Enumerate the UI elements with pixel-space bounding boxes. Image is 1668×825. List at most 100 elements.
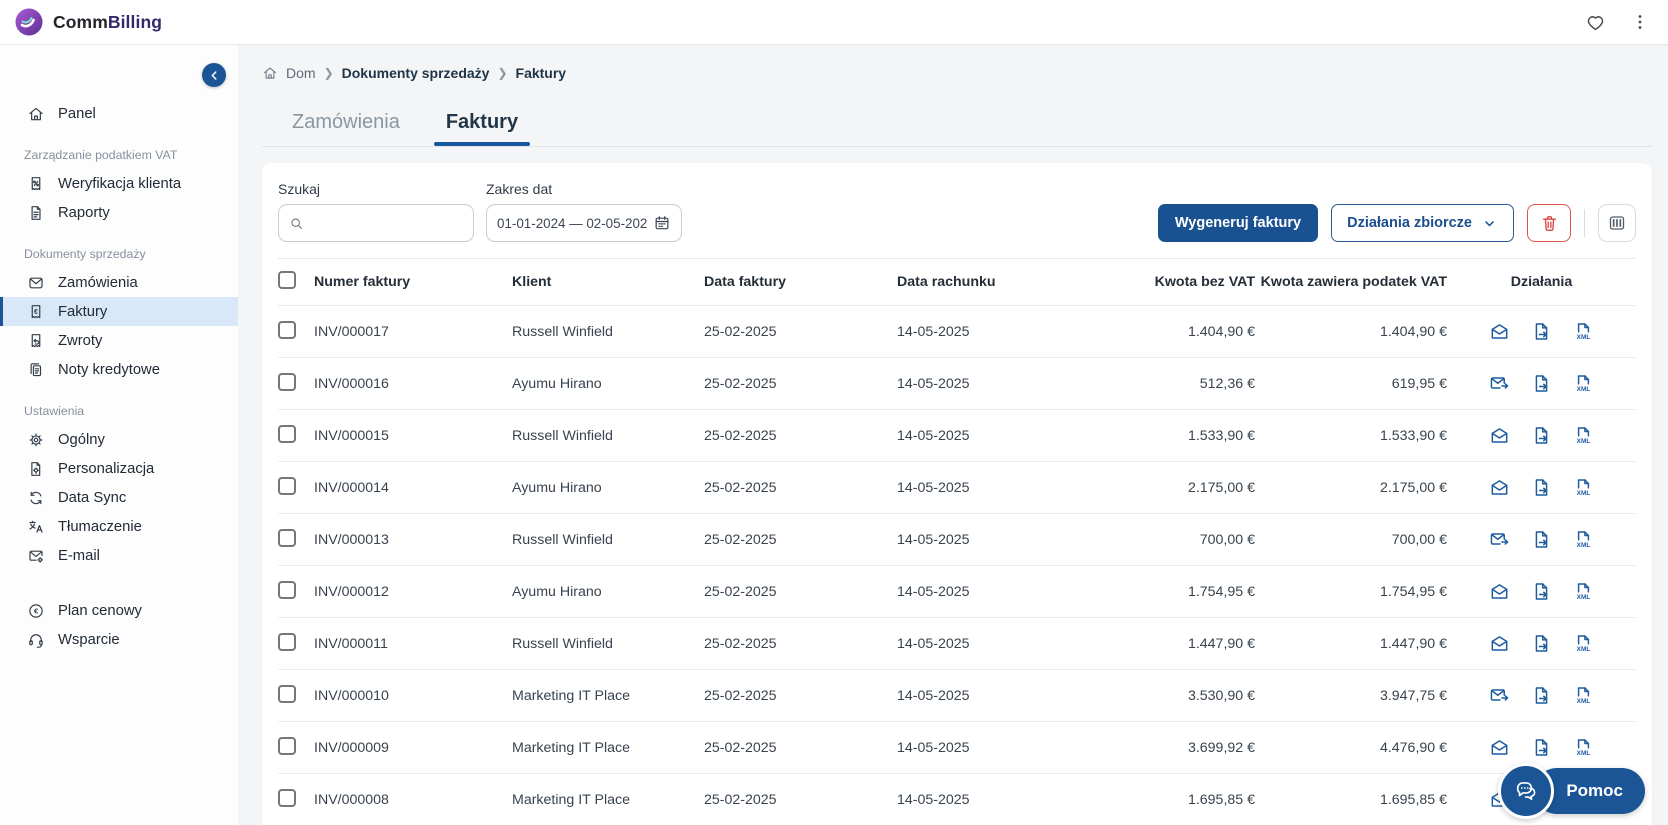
select-all-checkbox[interactable]: [278, 271, 296, 289]
export-document-action[interactable]: [1531, 737, 1552, 758]
table-row[interactable]: INV/000008 Marketing IT Place 25-02-2025…: [278, 773, 1636, 825]
row-checkbox[interactable]: [278, 581, 296, 599]
send-email-action[interactable]: [1489, 321, 1510, 342]
table-row[interactable]: INV/000011 Russell Winfield 25-02-2025 1…: [278, 617, 1636, 669]
table-row[interactable]: INV/000010 Marketing IT Place 25-02-2025…: [278, 669, 1636, 721]
export-document-action[interactable]: [1531, 425, 1552, 446]
sidebar-collapse-button[interactable]: [202, 63, 226, 87]
table-row[interactable]: INV/000015 Russell Winfield 25-02-2025 1…: [278, 409, 1636, 461]
sidebar-item-zwroty[interactable]: Zwroty: [0, 326, 238, 355]
home-icon: [27, 105, 45, 123]
cell-net-amount: 1.754,95 €: [1097, 584, 1255, 600]
table-row[interactable]: INV/000012 Ayumu Hirano 25-02-2025 14-05…: [278, 565, 1636, 617]
table-row[interactable]: INV/000016 Ayumu Hirano 25-02-2025 14-05…: [278, 357, 1636, 409]
sidebar-item-panel[interactable]: Panel: [0, 99, 238, 128]
send-email-action[interactable]: [1489, 529, 1510, 550]
header-actions: Działania: [1447, 274, 1636, 290]
sidebar-item-ogolny[interactable]: Ogólny: [0, 425, 238, 454]
download-xml-action[interactable]: [1573, 685, 1594, 706]
sidebar-item-data-sync[interactable]: Data Sync: [0, 483, 238, 512]
export-document-action[interactable]: [1531, 581, 1552, 602]
row-checkbox[interactable]: [278, 373, 296, 391]
export-document-action[interactable]: [1531, 685, 1552, 706]
download-xml-action[interactable]: [1573, 737, 1594, 758]
sidebar-item-tlumaczenie[interactable]: Tłumaczenie: [0, 512, 238, 541]
columns-view-button[interactable]: [1598, 204, 1636, 242]
tab-faktury[interactable]: Faktury: [442, 111, 522, 146]
sidebar-item-weryfikacja-klienta[interactable]: Weryfikacja klienta: [0, 169, 238, 198]
send-email-action[interactable]: [1489, 581, 1510, 602]
send-email-action[interactable]: [1489, 737, 1510, 758]
export-document-action[interactable]: [1531, 373, 1552, 394]
table-row[interactable]: INV/000014 Ayumu Hirano 25-02-2025 14-05…: [278, 461, 1636, 513]
send-email-action[interactable]: [1489, 373, 1510, 394]
send-email-action[interactable]: [1489, 477, 1510, 498]
send-email-action[interactable]: [1489, 425, 1510, 446]
sidebar-item-wsparcie[interactable]: Wsparcie: [0, 625, 238, 654]
cell-client: Russell Winfield: [512, 428, 704, 444]
date-range-input[interactable]: 01-01-2024 — 02-05-202: [486, 204, 682, 242]
cell-net-amount: 2.175,00 €: [1097, 480, 1255, 496]
sidebar-section-label: Dokumenty sprzedaży: [0, 229, 238, 268]
overflow-menu-button[interactable]: [1626, 8, 1654, 36]
export-document-action[interactable]: [1531, 633, 1552, 654]
row-checkbox[interactable]: [278, 529, 296, 547]
tab-zamowienia[interactable]: Zamówienia: [288, 111, 404, 146]
cell-bill-date: 14-05-2025: [897, 636, 1097, 652]
row-checkbox[interactable]: [278, 633, 296, 651]
mail-open-icon: [1489, 633, 1510, 654]
search-input[interactable]: [312, 216, 463, 231]
sidebar-item-raporty[interactable]: Raporty: [0, 198, 238, 227]
breadcrumb-item-dokumenty[interactable]: Dokumenty sprzedaży: [342, 65, 490, 81]
table-row[interactable]: INV/000017 Russell Winfield 25-02-2025 1…: [278, 305, 1636, 357]
cell-gross-amount: 700,00 €: [1255, 532, 1447, 548]
row-checkbox[interactable]: [278, 477, 296, 495]
download-xml-action[interactable]: [1573, 529, 1594, 550]
doc-gear-icon: [27, 460, 45, 478]
send-email-action[interactable]: [1489, 685, 1510, 706]
sidebar-item-zamowienia[interactable]: Zamówienia: [0, 268, 238, 297]
breadcrumb: Dom ❯ Dokumenty sprzedaży ❯ Faktury: [262, 65, 1652, 81]
favorites-button[interactable]: [1581, 8, 1610, 37]
row-checkbox[interactable]: [278, 737, 296, 755]
export-document-action[interactable]: [1531, 321, 1552, 342]
download-xml-action[interactable]: [1573, 425, 1594, 446]
search-input-box[interactable]: [278, 204, 474, 242]
cell-invoice-date: 25-02-2025: [704, 324, 897, 340]
download-xml-action[interactable]: [1573, 581, 1594, 602]
download-xml-action[interactable]: [1573, 321, 1594, 342]
download-xml-action[interactable]: [1573, 633, 1594, 654]
generate-invoices-button[interactable]: Wygeneruj faktury: [1158, 204, 1318, 242]
sidebar: Panel Zarządzanie podatkiem VAT Weryfika…: [0, 45, 238, 825]
sidebar-item-personalizacja[interactable]: Personalizacja: [0, 454, 238, 483]
delete-button[interactable]: [1527, 204, 1571, 242]
bulk-actions-button[interactable]: Działania zbiorcze: [1331, 204, 1514, 242]
row-checkbox[interactable]: [278, 685, 296, 703]
breadcrumb-item-dom[interactable]: Dom: [286, 65, 316, 81]
table-row[interactable]: INV/000009 Marketing IT Place 25-02-2025…: [278, 721, 1636, 773]
mail-send-icon: [1489, 373, 1510, 394]
row-checkbox[interactable]: [278, 321, 296, 339]
send-email-action[interactable]: [1489, 633, 1510, 654]
export-document-action[interactable]: [1531, 477, 1552, 498]
cell-client: Marketing IT Place: [512, 792, 704, 808]
help-button[interactable]: Pomoc: [1498, 763, 1645, 819]
breadcrumb-item-faktury[interactable]: Faktury: [516, 65, 567, 81]
brand[interactable]: CommBilling: [14, 7, 162, 37]
cell-invoice-number: INV/000014: [314, 480, 512, 496]
mail-open-icon: [1489, 477, 1510, 498]
row-checkbox[interactable]: [278, 789, 296, 807]
sidebar-item-faktury[interactable]: Faktury: [0, 297, 238, 326]
sidebar-item-noty-kredytowe[interactable]: Noty kredytowe: [0, 355, 238, 384]
sidebar-item-e-mail[interactable]: E-mail: [0, 541, 238, 570]
cell-bill-date: 14-05-2025: [897, 324, 1097, 340]
cell-invoice-date: 25-02-2025: [704, 480, 897, 496]
table-row[interactable]: INV/000013 Russell Winfield 25-02-2025 1…: [278, 513, 1636, 565]
export-document-action[interactable]: [1531, 529, 1552, 550]
download-xml-action[interactable]: [1573, 477, 1594, 498]
sidebar-item-plan-cenowy[interactable]: Plan cenowy: [0, 596, 238, 625]
home-icon[interactable]: [262, 65, 278, 81]
download-xml-action[interactable]: [1573, 373, 1594, 394]
row-checkbox[interactable]: [278, 425, 296, 443]
file-export-icon: [1531, 477, 1552, 498]
